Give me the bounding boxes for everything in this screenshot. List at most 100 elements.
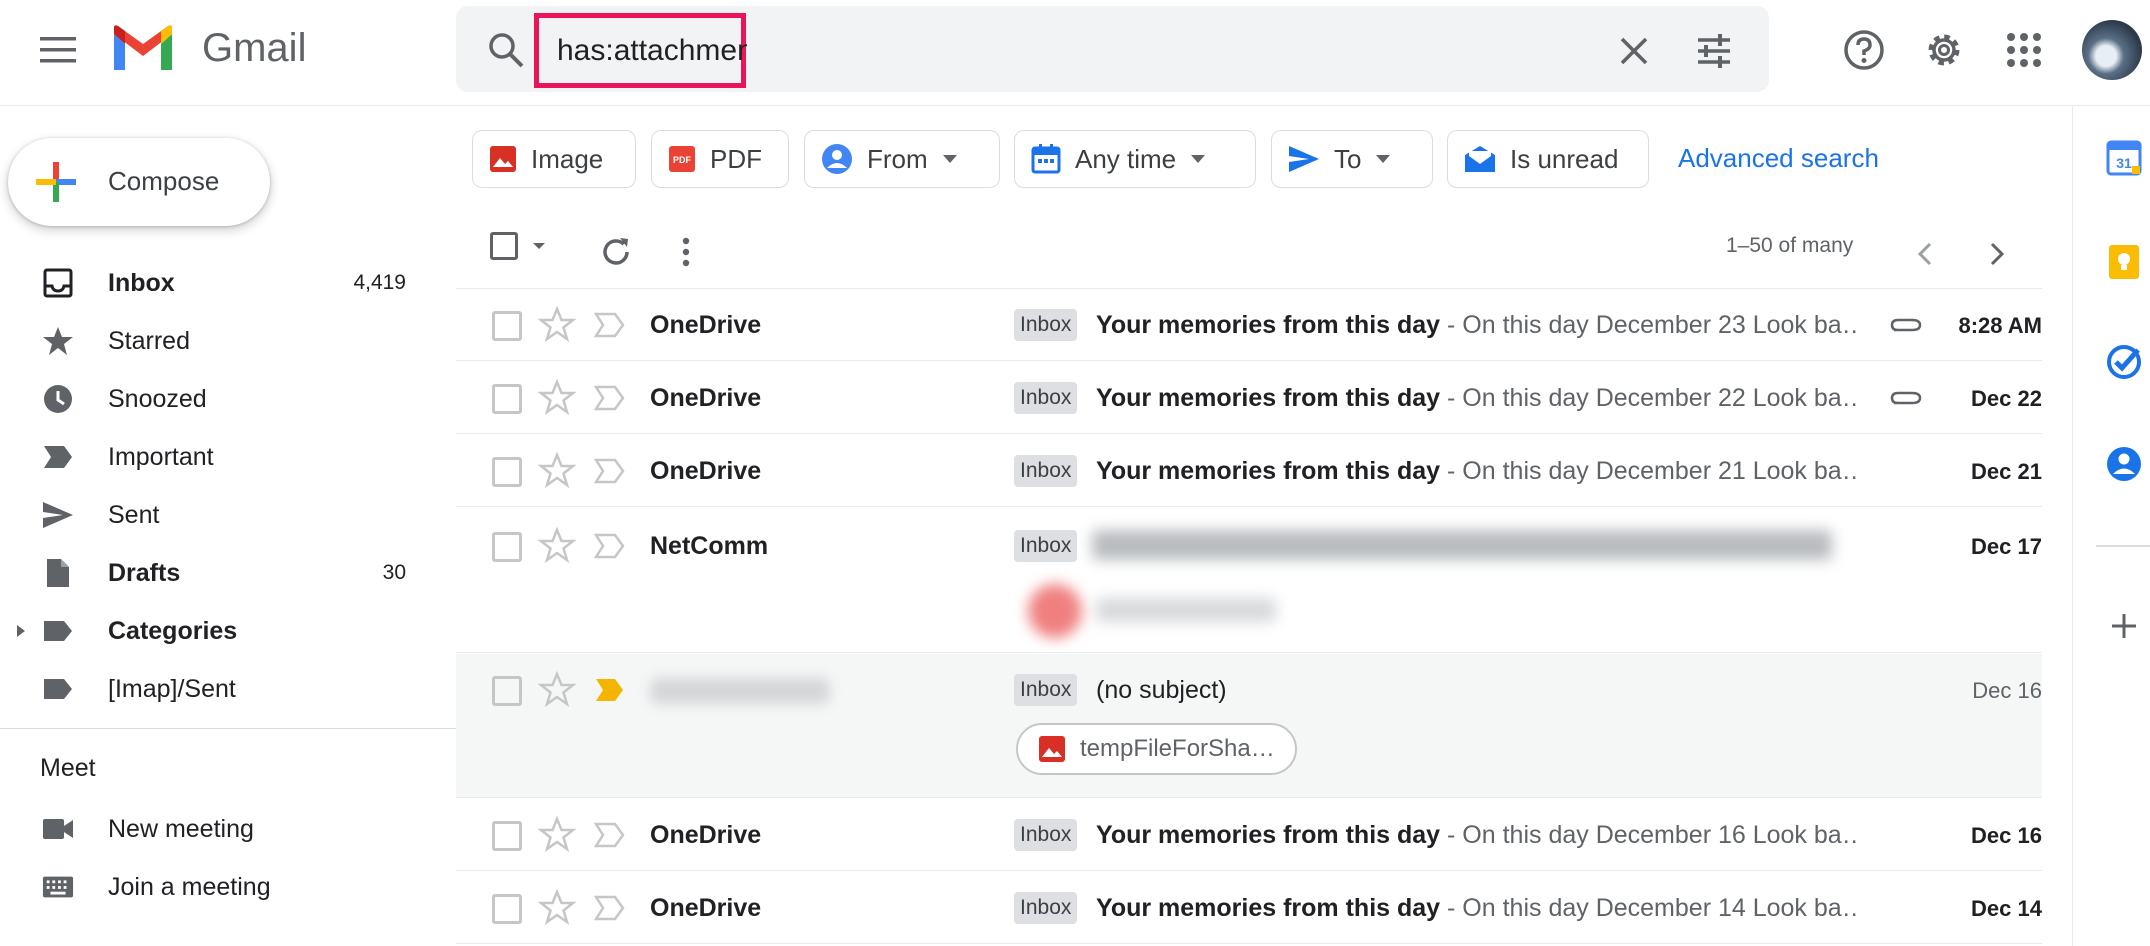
chevron-right-icon[interactable] bbox=[1980, 230, 2012, 278]
important-marker-icon[interactable] bbox=[594, 458, 626, 484]
sidebar-divider bbox=[0, 728, 456, 729]
help-icon[interactable] bbox=[1842, 28, 1886, 72]
important-marker-icon[interactable] bbox=[594, 312, 626, 338]
star-icon[interactable] bbox=[538, 306, 576, 344]
sidebar-nav: Inbox 4,419 Starred Snoozed Important Se… bbox=[0, 254, 440, 718]
chevron-down-icon bbox=[942, 155, 957, 163]
table-row[interactable]: OneDrive Inbox Your memories from this d… bbox=[456, 289, 2042, 361]
search-query-highlight[interactable] bbox=[534, 13, 747, 88]
row-checkbox[interactable] bbox=[492, 821, 522, 851]
keep-icon[interactable] bbox=[2106, 244, 2142, 280]
refresh-icon[interactable] bbox=[598, 228, 634, 276]
filter-chip-any-time[interactable]: Any time bbox=[1014, 130, 1256, 188]
row-checkbox[interactable] bbox=[492, 894, 522, 924]
search-bar[interactable] bbox=[456, 6, 1769, 92]
inbox-label-badge[interactable]: Inbox bbox=[1014, 819, 1078, 851]
meet-item-label: Join a meeting bbox=[108, 872, 271, 901]
star-icon[interactable] bbox=[538, 527, 576, 565]
email-preview: - On this day December 14 Look ba… bbox=[1440, 894, 1856, 922]
row-checkbox[interactable] bbox=[492, 384, 522, 414]
expand-arrow-icon[interactable] bbox=[14, 624, 28, 638]
inbox-label-badge[interactable]: Inbox bbox=[1014, 530, 1078, 562]
inbox-label-badge[interactable]: Inbox bbox=[1014, 892, 1078, 924]
plus-icon[interactable] bbox=[2106, 608, 2142, 644]
important-marker-icon[interactable] bbox=[594, 533, 626, 559]
email-preview: - On this day December 21 Look ba… bbox=[1440, 457, 1856, 485]
top-header: Gmail bbox=[0, 0, 2150, 106]
table-row[interactable]: Inbox (no subject) Dec 16 tempFileForSha… bbox=[456, 654, 2042, 798]
label-icon bbox=[42, 673, 74, 705]
close-icon[interactable] bbox=[1614, 31, 1654, 71]
sidebar-item-starred[interactable]: Starred bbox=[0, 312, 440, 370]
new-meeting-button[interactable]: New meeting bbox=[0, 800, 440, 858]
inbox-label-badge[interactable]: Inbox bbox=[1014, 455, 1078, 487]
inbox-label-badge[interactable]: Inbox bbox=[1014, 309, 1078, 341]
inbox-label-badge[interactable]: Inbox bbox=[1014, 674, 1078, 706]
blurred-attachment-icon bbox=[1028, 584, 1082, 638]
filter-chip-image[interactable]: Image bbox=[472, 130, 636, 188]
sidebar-item-categories[interactable]: Categories bbox=[0, 602, 440, 660]
more-vert-icon[interactable] bbox=[674, 228, 698, 276]
star-icon[interactable] bbox=[538, 816, 576, 854]
table-row[interactable]: NetComm Inbox Dec 17 bbox=[456, 508, 2042, 653]
important-marker-icon[interactable] bbox=[594, 677, 626, 703]
draft-icon bbox=[42, 557, 74, 589]
table-row[interactable]: OneDrive Inbox Your memories from this d… bbox=[456, 799, 2042, 871]
star-icon[interactable] bbox=[538, 889, 576, 927]
email-date: Dec 17 bbox=[1971, 534, 2042, 559]
gear-icon[interactable] bbox=[1922, 28, 1966, 72]
filter-chip-to[interactable]: To bbox=[1271, 130, 1433, 188]
row-checkbox[interactable] bbox=[492, 676, 522, 706]
calendar-app-icon[interactable]: 31 bbox=[2106, 140, 2142, 176]
sidebar-item-important[interactable]: Important bbox=[0, 428, 440, 486]
important-marker-icon[interactable] bbox=[594, 895, 626, 921]
compose-button[interactable]: Compose bbox=[8, 138, 270, 226]
gmail-logo-icon[interactable] bbox=[110, 24, 176, 74]
contacts-icon[interactable] bbox=[2106, 446, 2142, 482]
select-all-checkbox[interactable] bbox=[490, 222, 546, 270]
pagination-text: 1–50 of many bbox=[1726, 234, 1854, 257]
sidebar-item-drafts[interactable]: Drafts 30 bbox=[0, 544, 440, 602]
star-icon[interactable] bbox=[538, 671, 576, 709]
search-icon[interactable] bbox=[486, 30, 526, 70]
row-checkbox[interactable] bbox=[492, 532, 522, 562]
filter-chip-from[interactable]: From bbox=[804, 130, 1000, 188]
email-sender: NetComm bbox=[650, 532, 769, 560]
advanced-search-link[interactable]: Advanced search bbox=[1678, 143, 1879, 174]
table-row[interactable]: OneDrive Inbox Your memories from this d… bbox=[456, 435, 2042, 507]
email-subject: Your memories from this day bbox=[1096, 384, 1441, 412]
sidebar-item-imap-sent[interactable]: [Imap]/Sent bbox=[0, 660, 440, 718]
filter-chip-pdf[interactable]: PDF PDF bbox=[651, 130, 789, 188]
chevron-down-icon bbox=[1376, 155, 1391, 163]
chevron-left-icon[interactable] bbox=[1910, 230, 1942, 278]
apps-grid-icon[interactable] bbox=[2002, 28, 2046, 72]
pdf-icon: PDF bbox=[669, 146, 695, 172]
table-row[interactable]: OneDrive Inbox Your memories from this d… bbox=[456, 872, 2042, 944]
sidebar-item-label: Snoozed bbox=[108, 384, 207, 413]
important-marker-icon[interactable] bbox=[594, 385, 626, 411]
email-sender: OneDrive bbox=[650, 894, 762, 922]
search-options-icon[interactable] bbox=[1694, 31, 1734, 71]
clock-icon bbox=[42, 383, 74, 415]
person-icon bbox=[822, 144, 852, 174]
tasks-icon[interactable] bbox=[2106, 344, 2142, 380]
svg-text:31: 31 bbox=[2116, 155, 2132, 171]
join-meeting-button[interactable]: Join a meeting bbox=[0, 858, 440, 916]
row-checkbox[interactable] bbox=[492, 457, 522, 487]
main-menu-button[interactable] bbox=[30, 22, 86, 78]
meet-section-title: Meet bbox=[40, 754, 96, 782]
search-input[interactable] bbox=[557, 33, 747, 68]
important-marker-icon[interactable] bbox=[594, 822, 626, 848]
avatar[interactable] bbox=[2082, 20, 2142, 80]
chevron-down-icon[interactable] bbox=[532, 242, 546, 250]
sidebar-item-sent[interactable]: Sent bbox=[0, 486, 440, 544]
row-checkbox[interactable] bbox=[492, 311, 522, 341]
inbox-label-badge[interactable]: Inbox bbox=[1014, 382, 1078, 414]
sidebar-item-inbox[interactable]: Inbox 4,419 bbox=[0, 254, 440, 312]
table-row[interactable]: OneDrive Inbox Your memories from this d… bbox=[456, 362, 2042, 434]
attachment-chip[interactable]: tempFileForSha… bbox=[1016, 723, 1297, 775]
star-icon[interactable] bbox=[538, 452, 576, 490]
star-icon[interactable] bbox=[538, 379, 576, 417]
filter-chip-is-unread[interactable]: Is unread bbox=[1447, 130, 1649, 188]
sidebar-item-snoozed[interactable]: Snoozed bbox=[0, 370, 440, 428]
